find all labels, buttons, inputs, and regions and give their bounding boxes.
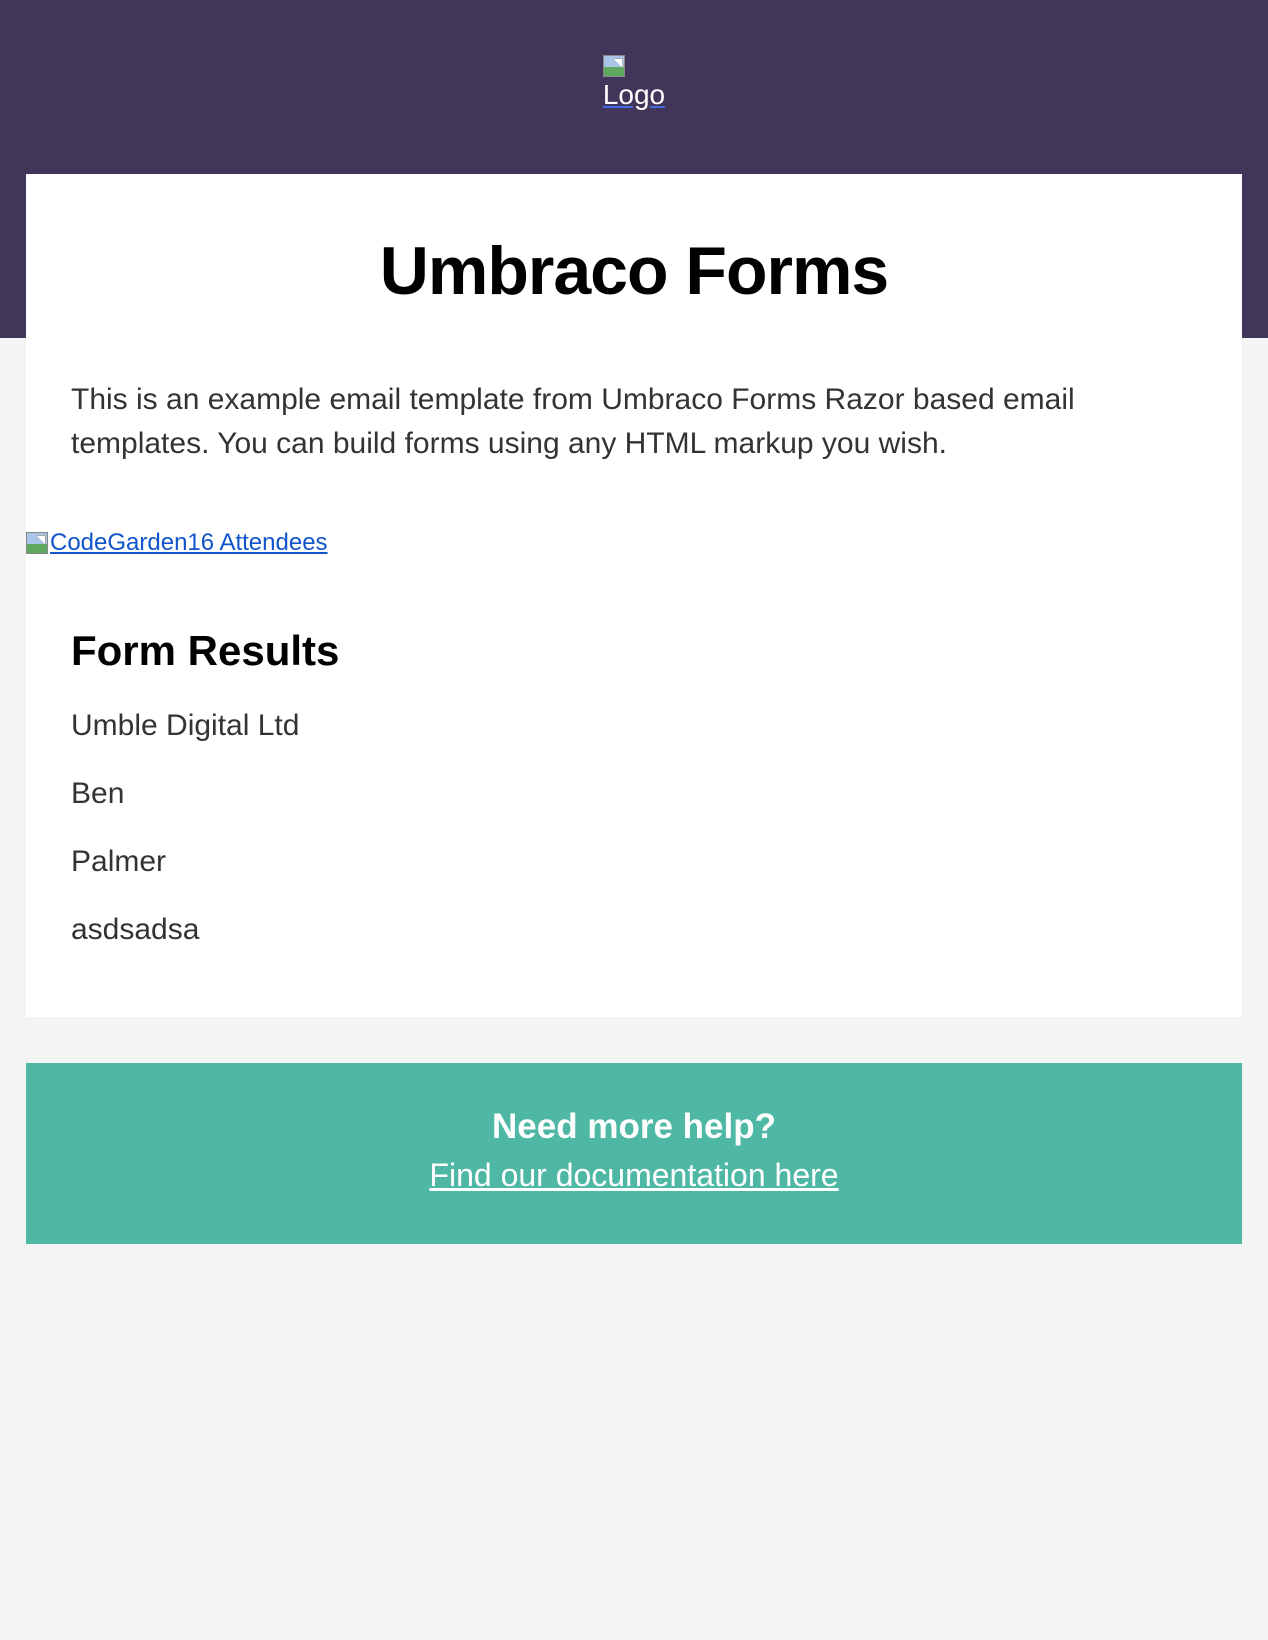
- page-title: Umbraco Forms: [26, 174, 1242, 310]
- intro-paragraph: This is an example email template from U…: [26, 310, 1242, 465]
- result-item: asdsadsa: [26, 879, 1242, 947]
- help-title: Need more help?: [46, 1107, 1222, 1147]
- logo-container: Logo: [0, 0, 1268, 111]
- result-item: Umble Digital Ltd: [26, 675, 1242, 743]
- help-box: Need more help? Find our documentation h…: [26, 1063, 1242, 1244]
- broken-image-icon: [26, 532, 48, 554]
- content-card: Umbraco Forms This is an example email t…: [26, 174, 1242, 1017]
- logo-image[interactable]: Logo: [603, 55, 665, 111]
- broken-image-icon: [603, 55, 625, 77]
- logo-alt-text: Logo: [603, 79, 665, 111]
- result-item: Ben: [26, 743, 1242, 811]
- form-results-heading: Form Results: [26, 559, 1242, 675]
- attendees-alt-text: CodeGarden16 Attendees: [50, 529, 328, 557]
- documentation-link[interactable]: Find our documentation here: [429, 1157, 838, 1194]
- result-item: Palmer: [26, 811, 1242, 879]
- attendees-image-link[interactable]: CodeGarden16 Attendees: [26, 529, 1242, 559]
